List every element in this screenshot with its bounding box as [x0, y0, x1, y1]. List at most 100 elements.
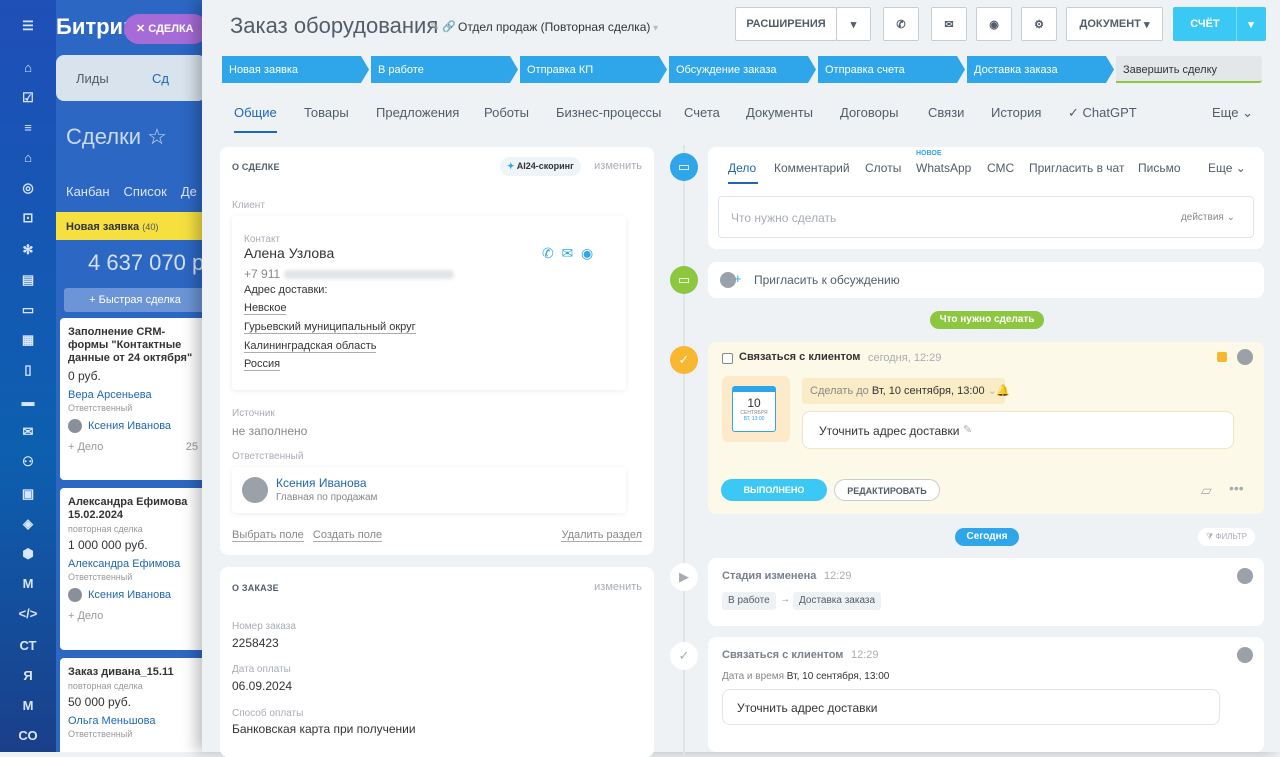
create-field-link[interactable]: Создать поле	[312, 529, 383, 542]
invoice-button[interactable]: СЧЁТ	[1173, 7, 1237, 41]
kanban-card[interactable]: Александра Ефимова 15.02.2024 повторная …	[60, 488, 206, 650]
card-client[interactable]: Александра Ефимова	[68, 558, 198, 570]
drive-icon[interactable]: ▬	[18, 392, 38, 412]
chat-button[interactable]: ◉	[976, 7, 1012, 41]
card-footer[interactable]: + Дело	[68, 610, 198, 622]
tab-documents[interactable]: Документы	[746, 105, 813, 120]
bg-view-other[interactable]: Де	[181, 184, 197, 199]
mail-icon[interactable]: ✉	[18, 422, 38, 442]
activity-tab-sms[interactable]: СМС	[987, 161, 1014, 175]
code-icon[interactable]: </>	[18, 604, 38, 624]
stage-send-offer[interactable]: Отправка КП	[520, 56, 667, 83]
select-field-link[interactable]: Выбрать поле	[232, 529, 304, 542]
nav-item-m[interactable]: М	[18, 696, 38, 716]
contact-phone[interactable]: +7 911	[244, 267, 454, 281]
activity-tab-task[interactable]: Дело	[728, 161, 756, 175]
close-slider-badge[interactable]: ✕ СДЕЛКА	[124, 14, 208, 44]
bg-view-kanban[interactable]: Канбан	[66, 184, 110, 199]
address-line-4[interactable]: Россия	[244, 358, 281, 371]
bg-tab-leads[interactable]: Лиды	[76, 71, 109, 86]
settings-icon[interactable]: ✻	[18, 240, 38, 260]
nav-item-so[interactable]: СО	[18, 726, 38, 746]
about-edit-link[interactable]: изменить	[594, 160, 642, 172]
phone-icon[interactable]: ✆	[542, 245, 554, 261]
card-client[interactable]: Вера Арсеньева	[68, 389, 198, 401]
activity-tab-comment[interactable]: Комментарий	[774, 161, 850, 175]
tabs-more-button[interactable]: Еще ⌄	[1212, 105, 1253, 121]
ai-scoring-chip[interactable]: ✦ AI24-скоринг	[500, 157, 581, 176]
todo-actions-dropdown[interactable]: действия ⌄	[1181, 212, 1235, 223]
stage-in-work[interactable]: В работе	[371, 56, 518, 83]
tab-products[interactable]: Товары	[304, 105, 349, 120]
filter-icon[interactable]: ≡	[18, 118, 38, 138]
filter-button[interactable]: ⧩ ФИЛЬТР	[1198, 528, 1256, 546]
task-color-marker[interactable]	[1217, 352, 1227, 362]
pencil-icon[interactable]: ✎	[963, 423, 972, 436]
extensions-dropdown-button[interactable]: ▾	[836, 7, 871, 41]
robot-icon[interactable]: ◈	[18, 514, 38, 534]
contact-name[interactable]: Алена Узлова	[244, 245, 334, 261]
tab-offers[interactable]: Предложения	[376, 105, 459, 120]
card-client[interactable]: Ольга Меньшова	[68, 715, 198, 727]
invite-discussion[interactable]: + Пригласить к обсуждению	[708, 262, 1264, 298]
tab-history[interactable]: История	[991, 105, 1041, 120]
nav-item-st[interactable]: СТ	[18, 636, 38, 656]
task-description[interactable]: Уточнить адрес доставки ✎	[802, 411, 1234, 449]
todo-input[interactable]: Что нужно сделать действия ⌄	[718, 196, 1254, 238]
activity-tab-email[interactable]: Письмо	[1138, 161, 1181, 175]
invoice-dropdown-button[interactable]: ▾	[1236, 7, 1266, 41]
stage-finish[interactable]: Завершить сделку	[1116, 56, 1262, 83]
stage-send-invoice[interactable]: Отправка счета	[818, 56, 965, 83]
calendar-icon[interactable]: ▦	[18, 330, 38, 350]
kanban-card[interactable]: Заполнение CRM-формы "Контактные данные …	[60, 318, 206, 480]
card-add-activity[interactable]: + Дело	[68, 441, 103, 453]
chat-icon[interactable]: ▭	[18, 300, 38, 320]
target-icon[interactable]: ◎	[18, 178, 38, 198]
settings-button[interactable]: ⚙	[1021, 7, 1057, 41]
kanban-card[interactable]: Заказ дивана_15.11 повторная сделка 50 0…	[60, 658, 206, 752]
tab-links[interactable]: Связи	[928, 105, 964, 120]
cart-icon[interactable]: ⊡	[18, 208, 38, 228]
edit-title-icon[interactable]: ✎ 🔗	[430, 20, 456, 33]
done-button[interactable]: ВЫПОЛНЕНО	[721, 479, 827, 501]
bg-view-list[interactable]: Список	[124, 184, 167, 199]
delete-section-link[interactable]: Удалить раздел	[561, 529, 642, 542]
tab-general[interactable]: Общие	[234, 105, 277, 133]
deal-category[interactable]: Отдел продаж (Повторная сделка)	[458, 20, 658, 34]
tab-chatgpt[interactable]: ✓ ChatGPT	[1068, 105, 1137, 121]
task-title[interactable]: Связаться с клиентом	[739, 351, 860, 363]
tab-contracts[interactable]: Договоры	[840, 105, 898, 120]
bg-tab-deals[interactable]: Сд	[152, 71, 169, 86]
responsible-block[interactable]: Ксения Иванова Главная по продажам	[232, 467, 626, 513]
document-button[interactable]: ДОКУМЕНТ ▾	[1066, 7, 1163, 41]
tasks-icon[interactable]: ☑	[18, 88, 38, 108]
box-icon[interactable]: ⬢	[18, 544, 38, 564]
stage-new[interactable]: Новая заявка	[222, 56, 369, 83]
address-line-2[interactable]: Гурьевский муниципальный округ	[244, 321, 416, 334]
stage-delivery[interactable]: Доставка заказа	[967, 56, 1114, 83]
activity-tab-more[interactable]: Еще ⌄	[1208, 161, 1246, 175]
bell-icon[interactable]: 🔔	[996, 384, 1010, 397]
responsible-name[interactable]: Ксения Иванова	[276, 476, 367, 490]
extensions-button[interactable]: РАСШИРЕНИЯ	[735, 7, 837, 41]
home-icon[interactable]: ⌂	[18, 58, 38, 78]
market-icon[interactable]: M	[18, 574, 38, 594]
stage-discussion[interactable]: Обсуждение заказа	[669, 56, 816, 83]
activity-tab-slots[interactable]: Слоты	[865, 161, 901, 175]
order-edit-link[interactable]: изменить	[594, 581, 642, 593]
document-icon[interactable]: ▯	[18, 360, 38, 380]
email-button[interactable]: ✉	[931, 7, 967, 41]
note-icon[interactable]: ▱	[1201, 482, 1212, 499]
tab-bizproc[interactable]: Бизнес-процессы	[556, 105, 661, 120]
call-button[interactable]: ✆	[883, 7, 919, 41]
nav-item-ya[interactable]: Я	[18, 666, 38, 686]
card-responsible[interactable]: Ксения Иванова	[68, 419, 198, 433]
contact-icon[interactable]: ▣	[18, 484, 38, 504]
users-icon[interactable]: ⚇	[18, 452, 38, 472]
more-dots-icon[interactable]: •••	[1229, 480, 1244, 496]
activity-tab-whatsapp[interactable]: WhatsApp	[916, 161, 971, 175]
calculator-icon[interactable]: ▤	[18, 270, 38, 290]
menu-icon[interactable]: ☰	[18, 16, 38, 36]
mail-icon[interactable]: ✉	[562, 245, 574, 261]
deadline-chip[interactable]: Сделать до Вт, 10 сентября, 13:00 ⌄	[802, 378, 1005, 404]
